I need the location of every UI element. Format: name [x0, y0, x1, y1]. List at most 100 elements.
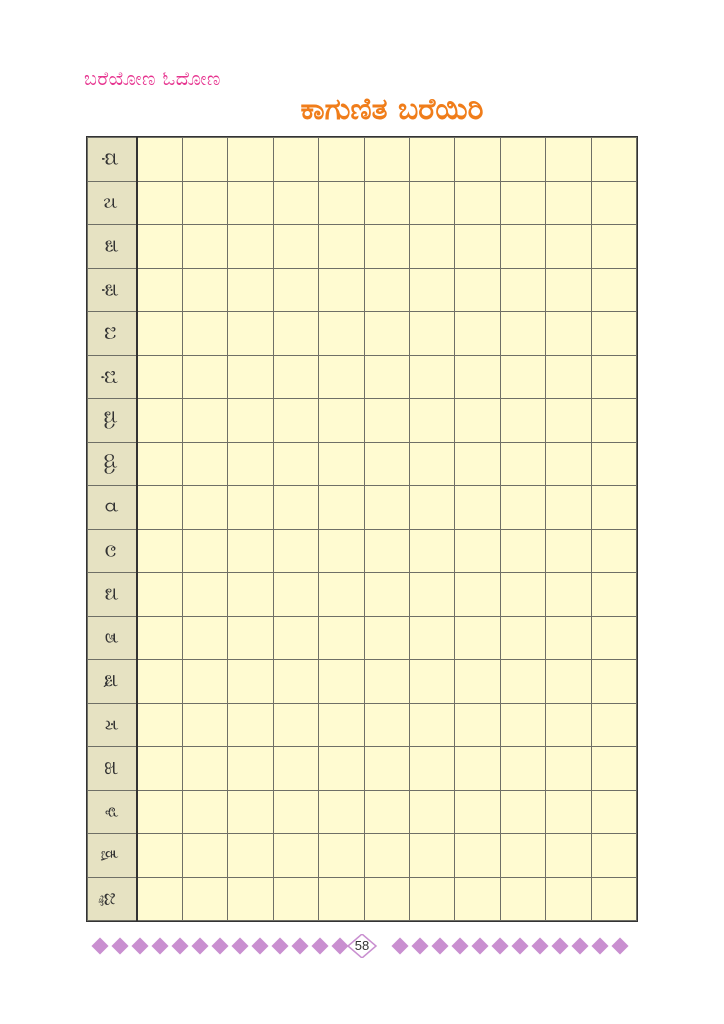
writing-cell[interactable]	[318, 485, 365, 530]
writing-cell[interactable]	[408, 746, 456, 791]
writing-cell[interactable]	[181, 615, 229, 660]
writing-cell[interactable]	[318, 746, 365, 791]
writing-cell[interactable]	[363, 528, 410, 573]
writing-cell[interactable]	[318, 224, 365, 269]
writing-cell[interactable]	[499, 659, 547, 704]
writing-cell[interactable]	[408, 528, 456, 573]
writing-cell[interactable]	[590, 354, 638, 399]
writing-cell[interactable]	[363, 180, 410, 225]
writing-cell[interactable]	[318, 615, 365, 660]
writing-cell[interactable]	[454, 746, 501, 791]
writing-cell[interactable]	[408, 224, 456, 269]
writing-cell[interactable]	[590, 572, 638, 617]
writing-cell[interactable]	[181, 659, 229, 704]
writing-cell[interactable]	[318, 528, 365, 573]
writing-cell[interactable]	[499, 528, 547, 573]
writing-cell[interactable]	[272, 702, 320, 747]
writing-cell[interactable]	[408, 833, 456, 878]
writing-cell[interactable]	[545, 398, 592, 443]
writing-cell[interactable]	[454, 876, 501, 921]
writing-cell[interactable]	[499, 224, 547, 269]
writing-cell[interactable]	[499, 398, 547, 443]
writing-cell[interactable]	[499, 746, 547, 791]
writing-cell[interactable]	[545, 224, 592, 269]
writing-cell[interactable]	[590, 833, 638, 878]
writing-cell[interactable]	[408, 354, 456, 399]
writing-cell[interactable]	[181, 354, 229, 399]
writing-cell[interactable]	[227, 833, 274, 878]
writing-cell[interactable]	[136, 398, 183, 443]
writing-cell[interactable]	[181, 224, 229, 269]
writing-cell[interactable]	[499, 137, 547, 182]
writing-cell[interactable]	[136, 615, 183, 660]
writing-cell[interactable]	[272, 615, 320, 660]
writing-cell[interactable]	[499, 180, 547, 225]
writing-cell[interactable]	[136, 789, 183, 834]
writing-cell[interactable]	[181, 833, 229, 878]
writing-cell[interactable]	[318, 572, 365, 617]
writing-cell[interactable]	[408, 180, 456, 225]
writing-cell[interactable]	[408, 311, 456, 356]
writing-cell[interactable]	[590, 398, 638, 443]
writing-cell[interactable]	[545, 615, 592, 660]
writing-cell[interactable]	[318, 833, 365, 878]
writing-cell[interactable]	[454, 224, 501, 269]
writing-cell[interactable]	[136, 746, 183, 791]
writing-cell[interactable]	[363, 398, 410, 443]
writing-cell[interactable]	[363, 311, 410, 356]
writing-cell[interactable]	[363, 137, 410, 182]
writing-cell[interactable]	[136, 485, 183, 530]
writing-cell[interactable]	[454, 528, 501, 573]
writing-cell[interactable]	[181, 441, 229, 486]
writing-cell[interactable]	[272, 833, 320, 878]
writing-cell[interactable]	[272, 311, 320, 356]
writing-cell[interactable]	[454, 267, 501, 312]
writing-cell[interactable]	[363, 267, 410, 312]
writing-cell[interactable]	[363, 789, 410, 834]
writing-cell[interactable]	[408, 485, 456, 530]
writing-cell[interactable]	[272, 876, 320, 921]
writing-cell[interactable]	[227, 224, 274, 269]
writing-cell[interactable]	[454, 354, 501, 399]
writing-cell[interactable]	[454, 180, 501, 225]
writing-cell[interactable]	[318, 789, 365, 834]
writing-cell[interactable]	[499, 572, 547, 617]
writing-cell[interactable]	[590, 789, 638, 834]
writing-cell[interactable]	[545, 485, 592, 530]
writing-cell[interactable]	[227, 702, 274, 747]
writing-cell[interactable]	[227, 354, 274, 399]
writing-cell[interactable]	[545, 267, 592, 312]
writing-cell[interactable]	[454, 441, 501, 486]
writing-cell[interactable]	[227, 789, 274, 834]
writing-cell[interactable]	[454, 615, 501, 660]
writing-cell[interactable]	[136, 659, 183, 704]
writing-cell[interactable]	[454, 311, 501, 356]
writing-cell[interactable]	[227, 311, 274, 356]
writing-cell[interactable]	[545, 572, 592, 617]
writing-cell[interactable]	[590, 659, 638, 704]
writing-cell[interactable]	[181, 876, 229, 921]
writing-cell[interactable]	[545, 354, 592, 399]
writing-cell[interactable]	[181, 267, 229, 312]
writing-cell[interactable]	[545, 833, 592, 878]
writing-cell[interactable]	[136, 137, 183, 182]
writing-cell[interactable]	[590, 702, 638, 747]
writing-cell[interactable]	[136, 311, 183, 356]
writing-cell[interactable]	[318, 398, 365, 443]
writing-cell[interactable]	[272, 267, 320, 312]
writing-cell[interactable]	[408, 441, 456, 486]
writing-cell[interactable]	[590, 485, 638, 530]
writing-cell[interactable]	[545, 311, 592, 356]
writing-cell[interactable]	[227, 659, 274, 704]
writing-cell[interactable]	[227, 528, 274, 573]
writing-cell[interactable]	[227, 267, 274, 312]
writing-cell[interactable]	[181, 746, 229, 791]
writing-cell[interactable]	[227, 137, 274, 182]
writing-cell[interactable]	[454, 702, 501, 747]
writing-cell[interactable]	[272, 137, 320, 182]
writing-cell[interactable]	[181, 528, 229, 573]
writing-cell[interactable]	[227, 615, 274, 660]
writing-cell[interactable]	[363, 746, 410, 791]
writing-cell[interactable]	[318, 441, 365, 486]
writing-cell[interactable]	[363, 572, 410, 617]
